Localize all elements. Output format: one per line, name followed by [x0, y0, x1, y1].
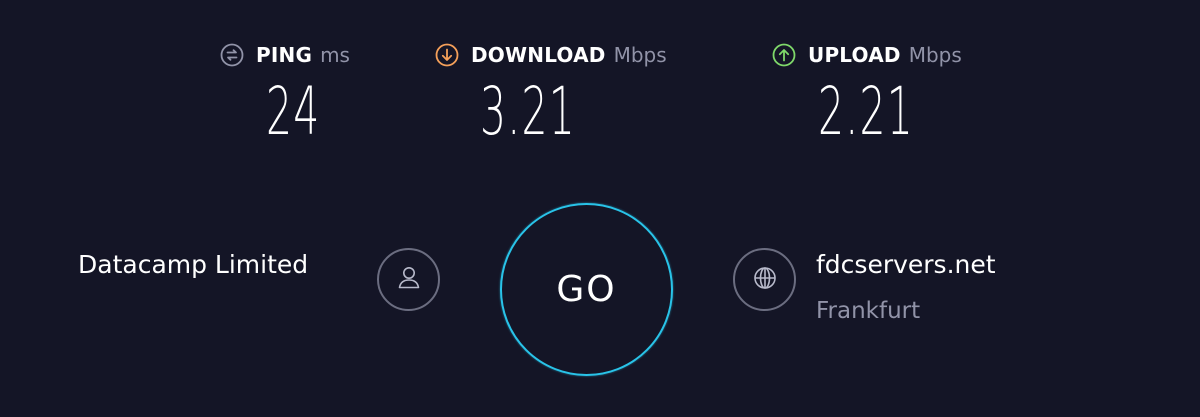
- globe-icon: [750, 263, 780, 297]
- download-arrow-icon: [435, 43, 459, 67]
- upload-arrow-icon: [772, 43, 796, 67]
- ping-unit: ms: [320, 43, 350, 67]
- upload-value: 2.21: [818, 73, 915, 150]
- ping-icon: [220, 43, 244, 67]
- download-unit: Mbps: [613, 43, 667, 67]
- download-header: DOWNLOAD Mbps: [435, 40, 667, 70]
- ping-label: PING: [256, 43, 313, 67]
- server-host[interactable]: fdcservers.net: [816, 250, 996, 279]
- download-value: 3.21: [480, 73, 577, 150]
- server-location: Frankfurt: [816, 298, 921, 324]
- ping-header: PING ms: [220, 40, 350, 70]
- upload-label: UPLOAD: [808, 43, 901, 67]
- user-icon: [394, 263, 424, 297]
- ping-value: 24: [266, 73, 321, 150]
- upload-unit: Mbps: [908, 43, 962, 67]
- upload-header: UPLOAD Mbps: [772, 40, 962, 70]
- go-label: GO: [556, 269, 617, 310]
- go-button[interactable]: GO: [500, 203, 673, 376]
- change-server-button[interactable]: [733, 248, 796, 311]
- download-label: DOWNLOAD: [471, 43, 606, 67]
- isp-name: Datacamp Limited: [78, 250, 309, 279]
- change-provider-button[interactable]: [377, 248, 440, 311]
